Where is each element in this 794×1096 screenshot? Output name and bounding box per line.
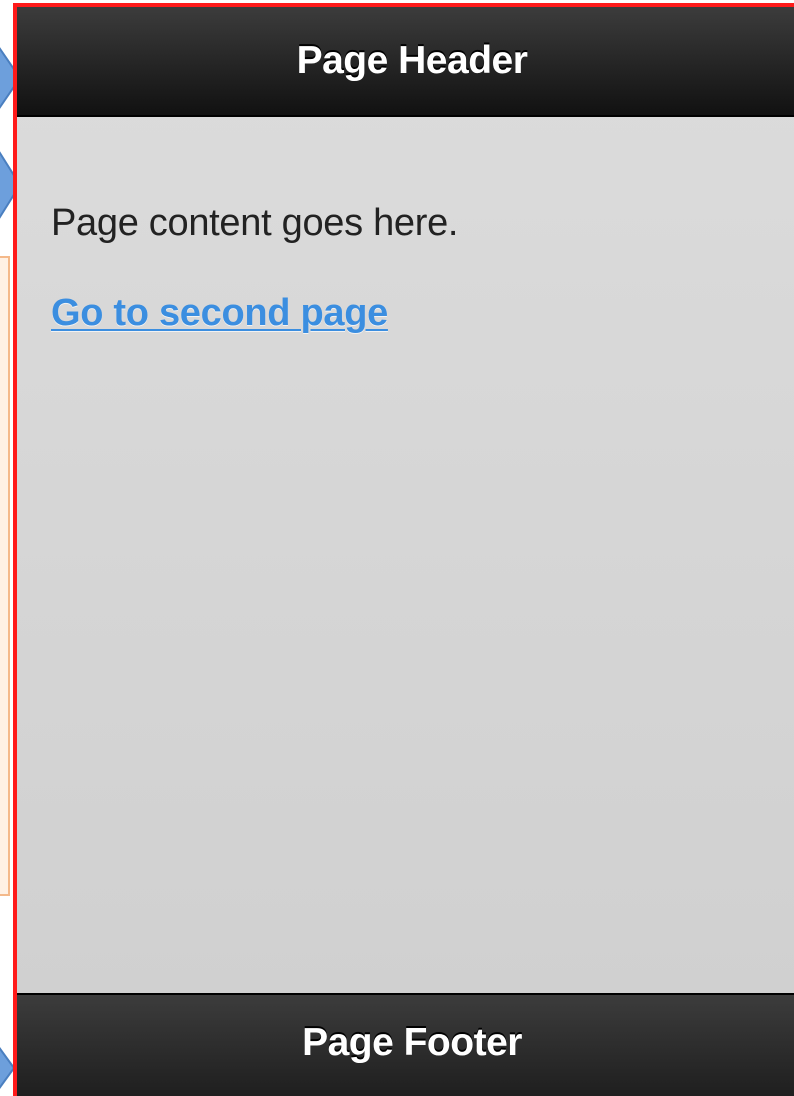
screenshot-canvas: Page Header Page content goes here. Go t…	[0, 0, 794, 1096]
page-footer-title: Page Footer	[302, 1021, 522, 1064]
page-footer-bar: Page Footer	[17, 993, 794, 1096]
page-content: Page content goes here. Go to second pag…	[17, 117, 794, 991]
annotation-callout-panel	[0, 256, 10, 896]
mobile-page-frame: Page Header Page content goes here. Go t…	[13, 3, 794, 1096]
second-page-link[interactable]: Go to second page	[51, 292, 388, 335]
page-header-title: Page Header	[296, 39, 528, 82]
page-header-bar: Page Header	[17, 7, 794, 117]
content-text: Page content goes here.	[51, 202, 459, 244]
